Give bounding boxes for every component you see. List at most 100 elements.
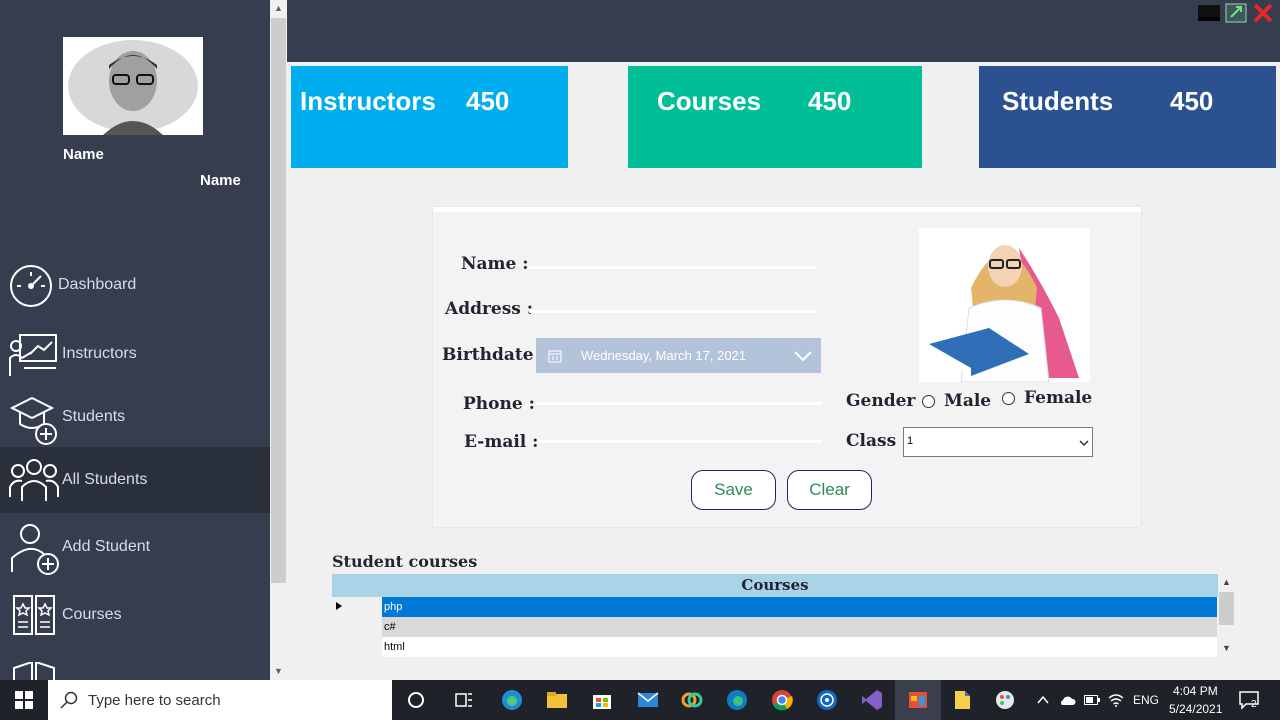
class-select[interactable]: 1 [903, 427, 1093, 457]
save-button[interactable]: Save [691, 470, 776, 510]
grid-scrollbar[interactable]: ▲ ▼ [1218, 574, 1235, 656]
clock-date[interactable]: 5/24/2021 [1169, 702, 1222, 716]
edge-icon[interactable] [500, 688, 524, 712]
clear-button[interactable]: Clear [787, 470, 872, 510]
email-input[interactable] [537, 440, 822, 443]
taskbar: Type here to search ENG 4:04 PM 5/24/202… [0, 680, 1280, 720]
birthdate-label: Birthdate : [442, 345, 546, 365]
windows-start-icon[interactable] [15, 691, 33, 709]
gender-male-radio[interactable] [922, 395, 935, 408]
sidebar-item-courses[interactable]: Courses [0, 588, 270, 646]
sidebar-item-label: All Students [62, 471, 148, 488]
search-icon [60, 691, 78, 709]
scrollbar-thumb[interactable] [271, 18, 286, 583]
paint-icon[interactable] [993, 688, 1017, 712]
card-label: Instructors [300, 86, 436, 116]
gender-female-radio[interactable] [1002, 392, 1015, 405]
instructor-icon [9, 334, 57, 376]
battery-icon[interactable] [1084, 695, 1100, 705]
card-label: Courses [657, 86, 762, 116]
network-app-icon[interactable] [815, 688, 839, 712]
name-label: Name : [461, 254, 529, 274]
add-user-icon [11, 524, 59, 575]
student-cap-icon [9, 396, 57, 445]
sidebar-item-label: Dashboard [58, 276, 137, 293]
task-view-icon[interactable] [452, 688, 476, 712]
gender-male-label: Male [944, 391, 992, 411]
phone-input[interactable] [537, 402, 822, 405]
document-icon [13, 662, 55, 680]
card-value: 450 [466, 86, 510, 116]
students-card: Students 450 [979, 66, 1276, 168]
courses-icon [13, 595, 55, 635]
email-label: E-mail : [464, 432, 539, 452]
courses-card: Courses 450 [628, 66, 922, 168]
search-placeholder: Type here to search [88, 692, 221, 709]
maximize-icon[interactable] [1225, 3, 1247, 23]
card-value: 450 [808, 86, 852, 116]
card-value: 450 [1170, 86, 1214, 116]
sidebar-item-instructors[interactable]: Instructors [0, 326, 270, 384]
sidebar-item-label: Instructors [62, 345, 137, 362]
sidebar-item-partial[interactable] [0, 656, 270, 680]
scroll-up-icon[interactable]: ▲ [270, 0, 287, 17]
notification-count: 2 [1251, 699, 1257, 710]
mail-icon[interactable] [636, 688, 660, 712]
name-input[interactable] [529, 266, 815, 269]
table-row[interactable]: php [382, 597, 1217, 617]
address-input[interactable] [529, 310, 815, 313]
instructors-card: Instructors 450 [291, 66, 568, 168]
file-explorer-icon[interactable] [545, 688, 569, 712]
row-selector-icon [336, 602, 342, 610]
gender-label: Gender [846, 391, 916, 411]
dashboard-icon [10, 265, 52, 307]
birthdate-value: Wednesday, March 17, 2021 [581, 348, 747, 363]
cortana-icon[interactable] [404, 688, 428, 712]
chrome-icon[interactable] [770, 688, 794, 712]
sidebar-item-label: Students [62, 408, 126, 425]
scroll-up-icon[interactable]: ▲ [1218, 574, 1235, 590]
chevron-down-icon [794, 351, 812, 362]
chevron-up-icon[interactable] [1037, 695, 1049, 705]
sidebar-item-label: Courses [62, 606, 122, 623]
scrollbar-thumb[interactable] [1219, 592, 1234, 625]
sidebar: Name Name Dashboard Instructors Students [0, 0, 270, 680]
wifi-icon[interactable] [1108, 693, 1124, 707]
chevron-down-icon [1079, 440, 1089, 447]
language-indicator[interactable]: ENG [1133, 693, 1159, 707]
sidebar-item-add-student[interactable]: Add Student [0, 514, 270, 580]
scroll-down-icon[interactable]: ▼ [1218, 640, 1235, 656]
minimize-icon[interactable] [1198, 5, 1220, 25]
active-app-highlight[interactable] [895, 680, 941, 720]
group-icon [9, 459, 59, 501]
table-row[interactable]: html [382, 637, 1217, 657]
cloud-icon[interactable] [1058, 694, 1076, 706]
birthdate-picker[interactable]: Wednesday, March 17, 2021 [536, 338, 821, 373]
grid-title: Student courses [332, 552, 478, 571]
sidebar-scrollbar[interactable]: ▲ ▼ [270, 0, 287, 680]
table-row[interactable]: c# [382, 617, 1217, 637]
profile-subname: Name [200, 172, 241, 189]
calendar-icon [548, 350, 562, 363]
store-icon[interactable] [590, 688, 614, 712]
close-icon[interactable] [1252, 3, 1274, 23]
grid-header-courses[interactable]: Courses [332, 574, 1218, 597]
scroll-down-icon[interactable]: ▼ [270, 663, 287, 680]
top-bar [287, 0, 1280, 62]
clock-time[interactable]: 4:04 PM [1173, 684, 1218, 698]
gender-female-label: Female [1024, 388, 1093, 408]
sidebar-item-dashboard[interactable]: Dashboard [0, 258, 270, 316]
visual-studio-icon[interactable] [860, 688, 884, 712]
phone-label: Phone : [463, 394, 535, 414]
profile-name: Name [63, 146, 104, 163]
taskbar-search[interactable]: Type here to search [48, 680, 392, 720]
class-label: Class : [846, 431, 909, 451]
app-icon[interactable] [680, 688, 704, 712]
class-value: 1 [907, 435, 914, 447]
sticky-notes-icon[interactable] [950, 688, 974, 712]
edge-dev-icon[interactable] [725, 688, 749, 712]
student-photo [919, 228, 1090, 382]
sidebar-item-students[interactable]: Students [0, 390, 270, 446]
sidebar-item-all-students[interactable]: All Students [0, 447, 270, 513]
winforms-app-icon [909, 692, 927, 708]
